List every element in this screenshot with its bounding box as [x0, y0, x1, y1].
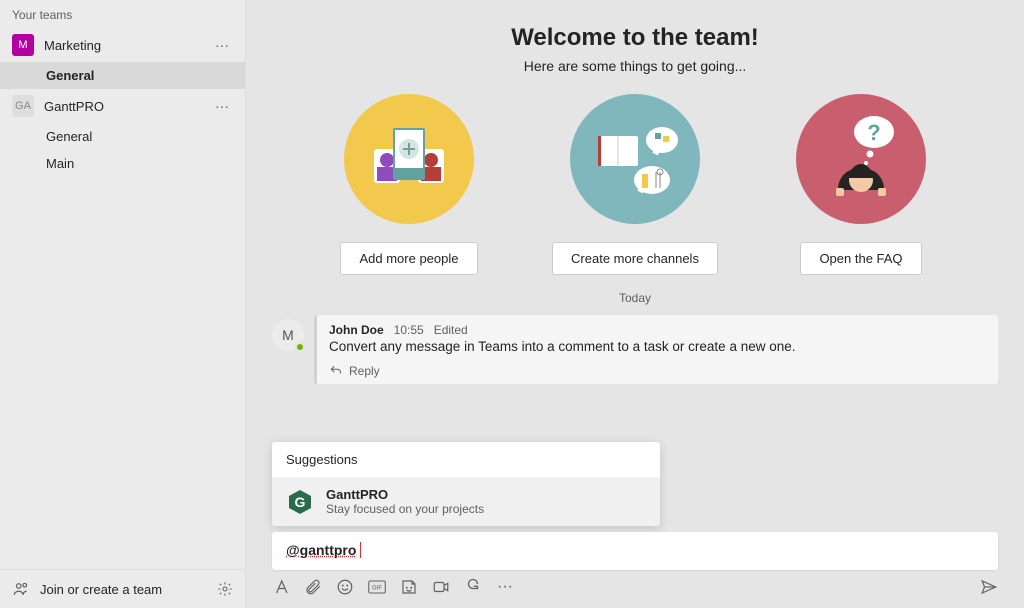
message-body[interactable]: John Doe 10:55 Edited Convert any messag…	[314, 315, 998, 384]
presence-indicator	[295, 342, 305, 352]
sidebar-footer[interactable]: Join or create a team	[0, 569, 245, 608]
more-options-icon[interactable]: ···	[211, 37, 233, 53]
team-name: Marketing	[44, 38, 201, 53]
format-icon[interactable]	[272, 578, 290, 596]
team-name: GanttPRO	[44, 99, 201, 114]
svg-text:G: G	[295, 494, 306, 510]
more-options-icon[interactable]: ···	[211, 98, 233, 114]
more-icon[interactable]: ···	[496, 578, 514, 596]
reply-button[interactable]: Reply	[329, 364, 986, 378]
channel-main[interactable]: Main	[0, 150, 245, 177]
message-time: 10:55	[394, 323, 424, 337]
card-add-people: Add more people	[319, 94, 499, 275]
card-channels: Create more channels	[545, 94, 725, 275]
emoji-icon[interactable]	[336, 578, 354, 596]
channel-general-2[interactable]: General	[0, 123, 245, 150]
suggestion-subtitle: Stay focused on your projects	[326, 502, 484, 516]
sticker-icon[interactable]	[400, 578, 418, 596]
team-avatar: M	[12, 34, 34, 56]
mention-suggestions: Suggestions G GanttPRO Stay focused on y…	[272, 442, 660, 526]
message-row: M John Doe 10:55 Edited Convert any mess…	[272, 315, 998, 384]
main-area: Welcome to the team! Here are some thing…	[246, 0, 1024, 608]
card-faq: ? Open the FAQ	[771, 94, 951, 275]
channel-general[interactable]: General	[0, 62, 245, 89]
compose-area: Suggestions G GanttPRO Stay focused on y…	[246, 442, 1024, 608]
svg-text:GIF: GIF	[372, 586, 382, 592]
svg-text:?: ?	[867, 120, 880, 145]
suggestion-ganttpro[interactable]: G GanttPRO Stay focused on your projects	[272, 477, 660, 526]
message-avatar: M	[272, 319, 304, 351]
suggestions-header: Suggestions	[272, 442, 660, 477]
sidebar-team-marketing[interactable]: M Marketing ···	[0, 28, 245, 62]
schedule-meeting-icon[interactable]	[432, 578, 450, 596]
create-channels-button[interactable]: Create more channels	[552, 242, 718, 275]
attachment-icon[interactable]	[304, 578, 322, 596]
ganttpro-app-icon: G	[286, 488, 314, 516]
gif-icon[interactable]: GIF	[368, 578, 386, 596]
welcome-cards: Add more people	[246, 94, 1024, 275]
gear-icon[interactable]	[217, 581, 233, 597]
sidebar-team-ganttpro[interactable]: GA GanttPRO ···	[0, 89, 245, 123]
card-illustration-faq: ?	[796, 94, 926, 224]
card-illustration-channels	[570, 94, 700, 224]
message-edited-label: Edited	[434, 323, 468, 337]
compose-text: @ganttpro	[286, 542, 356, 558]
date-separator: Today	[246, 291, 1024, 305]
welcome-subtitle: Here are some things to get going...	[246, 58, 1024, 74]
compose-input[interactable]: @ganttpro	[272, 532, 998, 570]
message-author: John Doe	[329, 323, 384, 337]
ganttpro-extension-icon[interactable]	[464, 578, 482, 596]
welcome-title: Welcome to the team!	[246, 24, 1024, 52]
reply-icon	[329, 364, 343, 378]
sidebar-header: Your teams	[0, 0, 245, 28]
send-icon[interactable]	[980, 578, 998, 596]
welcome-block: Welcome to the team! Here are some thing…	[246, 0, 1024, 74]
add-people-button[interactable]: Add more people	[340, 242, 477, 275]
team-avatar: GA	[12, 95, 34, 117]
card-illustration-people	[344, 94, 474, 224]
join-team-icon	[12, 580, 30, 598]
join-team-label: Join or create a team	[40, 582, 217, 597]
sidebar: Your teams M Marketing ··· General GA Ga…	[0, 0, 246, 608]
message-text: Convert any message in Teams into a comm…	[329, 339, 986, 354]
suggestion-title: GanttPRO	[326, 487, 484, 502]
open-faq-button[interactable]: Open the FAQ	[800, 242, 921, 275]
compose-toolbar: GIF ···	[272, 578, 998, 596]
